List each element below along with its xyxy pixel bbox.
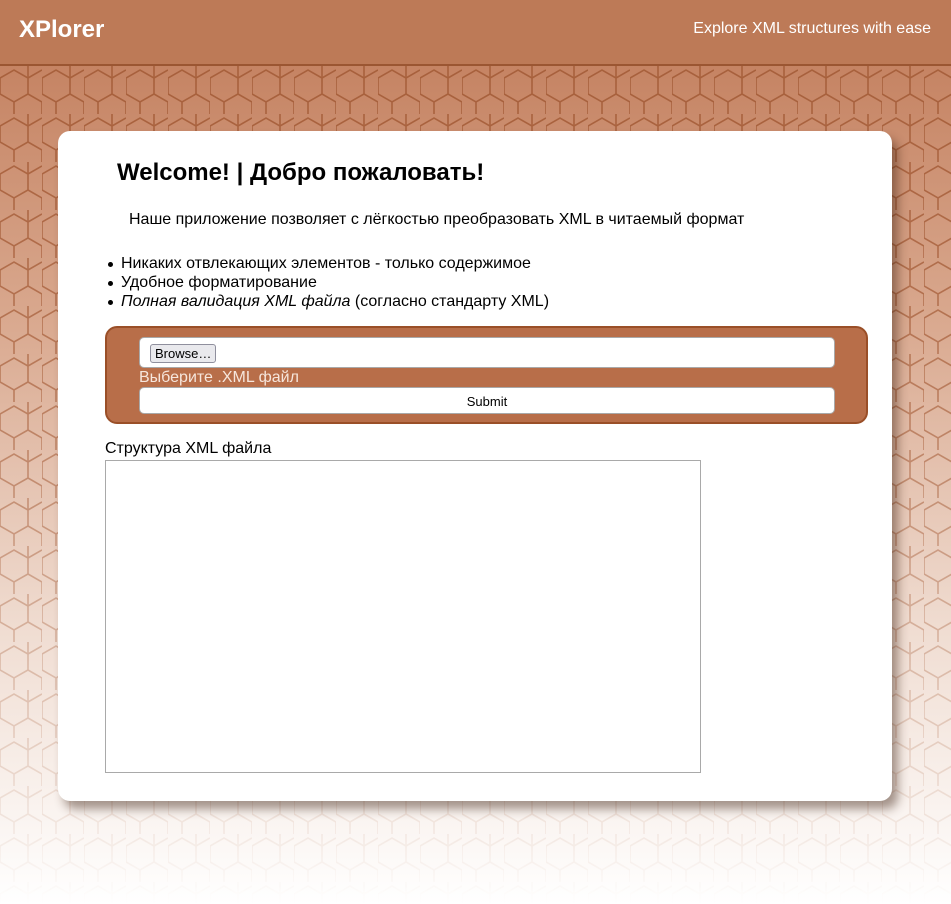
feature-suffix: (согласно стандарту XML)	[350, 293, 550, 310]
intro-text: Наше приложение позволяет с лёгкостью пр…	[129, 211, 745, 228]
file-input-label: Выберите .XML файл	[139, 369, 299, 386]
feature-list: Никаких отвлекающих элементов - только с…	[105, 254, 549, 311]
main-card: Welcome! | Добро пожаловать! Наше прилож…	[58, 131, 892, 801]
browse-button[interactable]: Browse…	[150, 344, 217, 363]
structure-label: Структура XML файла	[105, 440, 272, 457]
submit-button[interactable]: Submit	[139, 387, 835, 414]
upload-form: Browse… Выберите .XML файл Submit	[105, 326, 868, 424]
app-header: XPlorer Explore XML structures with ease	[0, 0, 951, 66]
list-item: Полная валидация XML файла (согласно ста…	[105, 292, 549, 311]
header-tagline: Explore XML structures with ease	[693, 20, 931, 37]
page-title: Welcome! | Добро пожаловать!	[117, 159, 485, 186]
list-item: Удобное форматирование	[105, 273, 549, 292]
file-input[interactable]: Browse…	[139, 337, 835, 368]
brand-logo[interactable]: XPlorer	[19, 16, 104, 44]
list-item: Никаких отвлекающих элементов - только с…	[105, 254, 549, 273]
feature-emphasis: Полная валидация XML файла	[121, 293, 351, 310]
structure-textarea[interactable]	[105, 460, 701, 773]
